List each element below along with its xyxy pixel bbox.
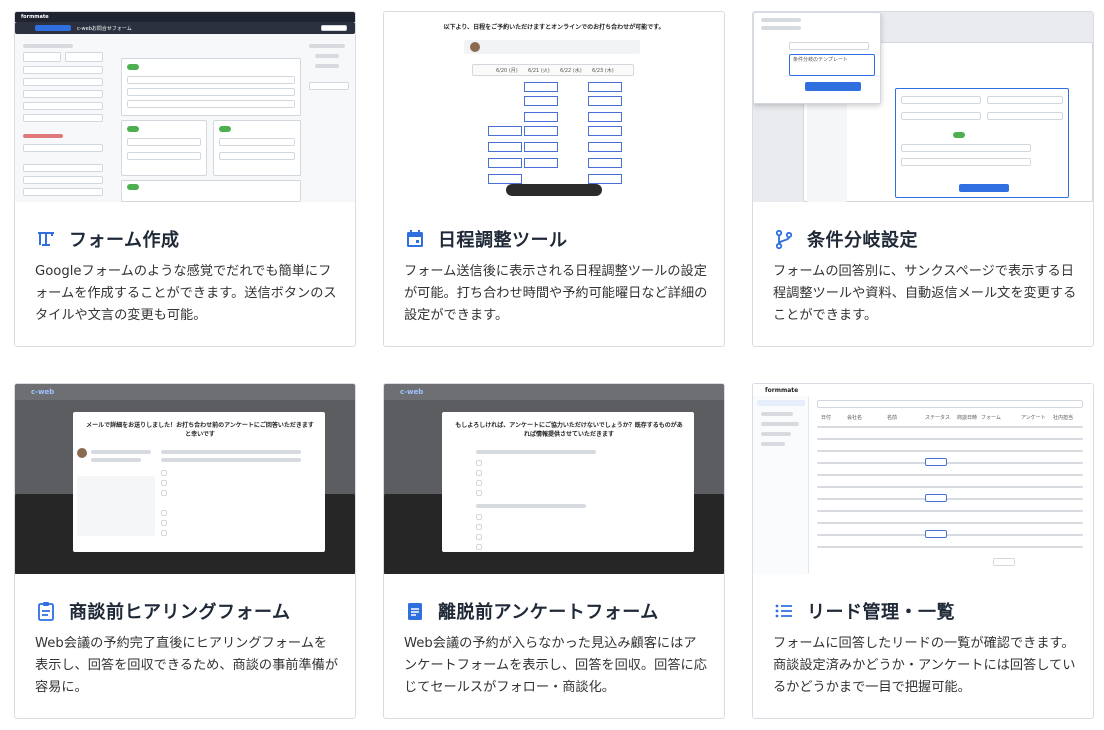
branch-screenshot: 条件分岐のテンプレート [753, 12, 1093, 202]
card-title-row: 商談前ヒアリングフォーム [35, 598, 290, 624]
column-header: アンケート [1021, 415, 1046, 421]
card-description: フォームに回答したリードの一覧が確認できます。商談設定済みかどうか・アンケートに… [773, 636, 1076, 695]
card-description: Web会議の予約が入らなかった見込み顧客にはアンケートフォームを表示し、回答を回… [404, 636, 707, 695]
card-title-row: 離脱前アンケートフォーム [404, 598, 659, 624]
brand-logo: c-web [31, 388, 55, 396]
form-title: c-webお問合せフォーム [77, 26, 132, 32]
clipboard-icon [35, 600, 57, 622]
schedule-heading: 以下より、日程をご予約いただけますとオンラインでのお打ち合わせが可能です。 [443, 24, 665, 31]
survey-form-screenshot: c-web もしよろしければ、アンケートにご協力いただけないでしょうか？既存する… [384, 384, 724, 574]
list-icon [773, 600, 795, 622]
day-label: 6/20 (月) [496, 68, 518, 74]
feature-card-schedule[interactable]: 以下より、日程をご予約いただけますとオンラインでのお打ち合わせが可能です。 6/… [383, 11, 725, 347]
card-description: Web会議の予約完了直後にヒアリングフォームを表示し、回答を回収できるため、商談… [35, 636, 339, 695]
branch-template-label: 条件分岐のテンプレート [793, 57, 848, 63]
brand-logo: formmate [765, 387, 799, 394]
feature-card-leads[interactable]: formmate 日付 会社名 名前 ステータス 商談日時 フォーム アンケート… [752, 383, 1094, 719]
column-header: 社内担当 [1053, 415, 1074, 421]
feature-card-form-builder[interactable]: formmate c-webお問合せフォーム フォーム作成 Googleフォーム… [14, 11, 356, 347]
document-icon [404, 600, 426, 622]
card-title-row: フォーム作成 [35, 226, 179, 252]
card-title: 商談前ヒアリングフォーム [69, 602, 291, 623]
card-description: Googleフォームのような感覚でだれでも簡単にフォームを作成することができます… [35, 264, 337, 323]
feature-card-survey[interactable]: c-web もしよろしければ、アンケートにご協力いただけないでしょうか？既存する… [383, 383, 725, 719]
brand-logo: formmate [21, 14, 49, 20]
column-header: 日付 [821, 415, 832, 421]
feature-card-hearing[interactable]: c-web メールで詳細をお送りしました！お打ち合わせ前のアンケートにご回答いた… [14, 383, 356, 719]
card-title: 離脱前アンケートフォーム [438, 602, 659, 623]
form-builder-icon [35, 228, 57, 250]
day-label: 6/21 (火) [528, 68, 550, 74]
card-title-row: 日程調整ツール [404, 226, 568, 252]
lead-list-screenshot: formmate 日付 会社名 名前 ステータス 商談日時 フォーム アンケート… [753, 384, 1093, 574]
column-header: 商談日時 [957, 415, 978, 421]
form-builder-screenshot: formmate c-webお問合せフォーム [15, 12, 355, 202]
column-header: ステータス [925, 415, 951, 421]
card-title-row: リード管理・一覧 [773, 598, 955, 624]
card-title: 条件分岐設定 [807, 230, 918, 251]
card-title-row: 条件分岐設定 [773, 226, 918, 252]
card-description: フォーム送信後に表示される日程調整ツールの設定が可能。打ち合わせ時間や予約可能曜… [404, 264, 708, 323]
card-description: フォームの回答別に、サンクスページで表示する日程調整ツールや資料、自動返信メール… [773, 264, 1077, 323]
hearing-form-screenshot: c-web メールで詳細をお送りしました！お打ち合わせ前のアンケートにご回答いた… [15, 384, 355, 574]
column-header: 名前 [887, 415, 898, 421]
feature-card-branch[interactable]: 条件分岐のテンプレート 条件分岐設定 フォームの回答別に、サンクスページで表示す… [752, 11, 1094, 347]
survey-heading: もしよろしければ、アンケートにご協力いただけないでしょうか？既存するものがあれば… [455, 422, 683, 438]
feature-grid: formmate c-webお問合せフォーム フォーム作成 Googleフォーム… [0, 0, 1104, 730]
branch-icon [773, 228, 795, 250]
column-header: フォーム [981, 415, 1001, 421]
calendar-icon [404, 228, 426, 250]
schedule-screenshot: 以下より、日程をご予約いただけますとオンラインでのお打ち合わせが可能です。 6/… [384, 12, 724, 202]
brand-logo: c-web [400, 388, 424, 396]
card-title: フォーム作成 [69, 230, 180, 251]
day-label: 6/22 (水) [560, 68, 582, 74]
column-header: 会社名 [847, 415, 863, 421]
card-title: 日程調整ツール [438, 230, 568, 251]
day-label: 6/23 (木) [592, 68, 614, 74]
hearing-heading: メールで詳細をお送りしました！お打ち合わせ前のアンケートにご回答いただきますと幸… [86, 422, 314, 438]
card-title: リード管理・一覧 [807, 602, 955, 623]
avatar [470, 42, 480, 52]
